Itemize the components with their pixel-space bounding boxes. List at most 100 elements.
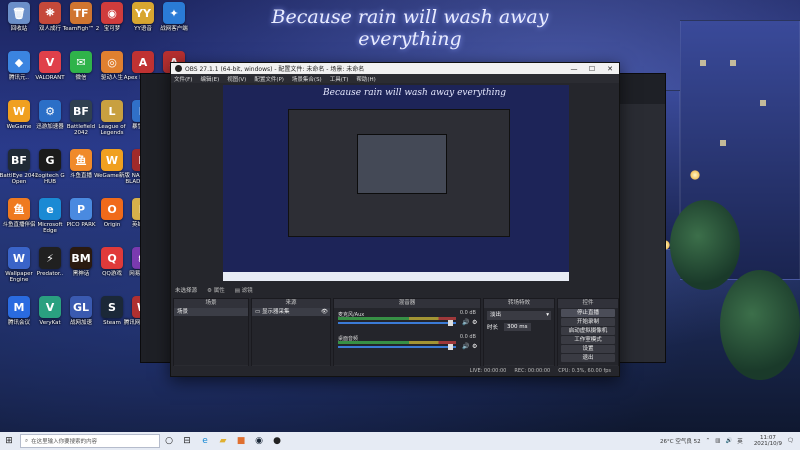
menu-item[interactable]: 帮助(H) bbox=[356, 75, 375, 83]
desktop-icon[interactable]: S Steam bbox=[95, 296, 129, 340]
control-button[interactable]: 工作室模式 bbox=[561, 336, 615, 344]
menu-item[interactable]: 场景集合(S) bbox=[292, 75, 322, 83]
system-tray: 26°C 空气良 52 ⌃ ▥ 🔊 英 11:07 2021/10/9 🗨 bbox=[655, 435, 800, 447]
desktop-icon[interactable]: W Wallpaper Engine bbox=[2, 247, 36, 291]
scene-item[interactable]: 场景 bbox=[174, 308, 248, 316]
desktop-icon[interactable]: M 腾讯会议 bbox=[2, 296, 36, 340]
desktop-icon[interactable]: GL 战网加速 bbox=[64, 296, 98, 340]
desktop-icon[interactable]: L League of Legends bbox=[95, 100, 129, 144]
task-view-icon[interactable]: ○ bbox=[160, 432, 178, 450]
chevron-up-icon[interactable]: ⌃ bbox=[706, 438, 711, 444]
control-button[interactable]: 启动虚拟摄像机 bbox=[561, 327, 615, 335]
filters-button[interactable]: ▤ 滤镜 bbox=[235, 286, 253, 294]
control-button[interactable]: 设置 bbox=[561, 345, 615, 353]
widgets-icon[interactable]: ⊟ bbox=[178, 432, 196, 450]
control-button[interactable]: 退出 bbox=[561, 354, 615, 362]
desktop-icon[interactable]: e Microsoft Edge bbox=[33, 198, 67, 242]
speaker-icon[interactable]: 🔊 bbox=[462, 319, 469, 326]
steam-icon[interactable]: ◉ bbox=[250, 432, 268, 450]
gear-icon[interactable]: ⚙ bbox=[472, 343, 477, 350]
gear-icon[interactable]: ⚙ bbox=[472, 319, 477, 326]
desktop: Because rain will wash away everything 🗑… bbox=[0, 0, 800, 432]
edge-icon[interactable]: e bbox=[196, 432, 214, 450]
rec-status: REC: 00:00:00 bbox=[514, 368, 551, 374]
desktop-icon[interactable]: BF BattlEye 2042 Open bbox=[0, 149, 38, 193]
notification-icon[interactable]: 🗨 bbox=[787, 438, 794, 444]
obs-window[interactable]: OBS 27.1.1 (64-bit, windows) - 配置文件: 未命名… bbox=[170, 62, 620, 377]
desktop-icon[interactable]: ◆ 腾讯元.. bbox=[2, 51, 36, 95]
desktop-icon[interactable]: ✦ 战网客户端 bbox=[157, 2, 191, 46]
app-icon: 鱼 bbox=[70, 149, 92, 171]
desktop-icon[interactable]: TF TeamFigh™ 2 bbox=[63, 2, 99, 46]
obs-taskbar-icon[interactable]: ● bbox=[268, 432, 286, 450]
duration-input[interactable]: 300 ms bbox=[504, 323, 531, 331]
search-input[interactable]: ⌕ 在这里输入你要搜索的内容 bbox=[20, 434, 160, 448]
scenes-dock: 场景 场景 ＋ － ⌃ ⌄ bbox=[173, 298, 249, 376]
obs-preview[interactable]: Because rain will wash away everything bbox=[223, 85, 569, 281]
desktop-icon[interactable]: V VALORANT bbox=[33, 51, 67, 95]
fader-knob[interactable] bbox=[448, 320, 453, 326]
menu-item[interactable]: 视图(V) bbox=[227, 75, 246, 83]
menu-item[interactable]: 工具(T) bbox=[330, 75, 349, 83]
volume-fader[interactable] bbox=[338, 346, 456, 348]
app-icon[interactable]: ■ bbox=[232, 432, 250, 450]
control-button[interactable]: 停止直播 bbox=[561, 309, 615, 317]
chevron-down-icon: ▾ bbox=[546, 312, 549, 318]
mixer-track-mic: 麦克风/Aux 0.0 dB 🔊 ⚙ bbox=[338, 310, 477, 330]
cpu-status: CPU: 0.3%, 60.00 fps bbox=[558, 368, 611, 374]
menu-item[interactable]: 文件(F) bbox=[174, 75, 192, 83]
desktop-icon[interactable]: ◉ 宝可梦 bbox=[95, 2, 129, 46]
volume-fader[interactable] bbox=[338, 322, 456, 324]
app-icon: 鱼 bbox=[8, 198, 30, 220]
minimize-button[interactable]: — bbox=[565, 65, 583, 73]
window-light bbox=[760, 100, 766, 106]
desktop-icon-label: 战网客户端 bbox=[160, 26, 188, 32]
weather-status[interactable]: 26°C 空气良 52 bbox=[660, 437, 701, 445]
speaker-icon[interactable]: 🔊 bbox=[462, 343, 469, 350]
scenes-header: 场景 bbox=[174, 299, 248, 308]
menu-item[interactable]: 编辑(E) bbox=[200, 75, 219, 83]
desktop-icon[interactable]: BF Battlefield 2042 bbox=[64, 100, 98, 144]
preview-nested-inner bbox=[357, 134, 447, 194]
ime-indicator[interactable]: 英 bbox=[737, 437, 743, 445]
app-icon: V bbox=[39, 296, 61, 318]
app-icon: O bbox=[101, 198, 123, 220]
source-item[interactable]: ▭ 显示器采集 👁 bbox=[252, 308, 330, 316]
visibility-eye-icon[interactable]: 👁 bbox=[321, 308, 328, 316]
desktop-icon[interactable]: ⚙ 迅游加速器 bbox=[33, 100, 67, 144]
desktop-icon[interactable]: ◎ 驱动人生 bbox=[95, 51, 129, 95]
wallpaper-title: Because rain will wash away everything bbox=[271, 6, 549, 50]
properties-button[interactable]: ⚙ 属性 bbox=[207, 286, 225, 294]
desktop-icon[interactable]: YY YY语音 bbox=[126, 2, 160, 46]
fader-knob[interactable] bbox=[448, 344, 453, 350]
desktop-icon[interactable]: 鱼斗鱼直播 bbox=[64, 149, 98, 193]
app-icon: ✦ bbox=[163, 2, 185, 24]
obs-titlebar[interactable]: OBS 27.1.1 (64-bit, windows) - 配置文件: 未命名… bbox=[171, 63, 619, 74]
network-icon[interactable]: ▥ bbox=[715, 438, 720, 444]
desktop-icon[interactable]: BM 黑神话 bbox=[64, 247, 98, 291]
desktop-icon[interactable]: P PICO PARK bbox=[64, 198, 98, 242]
file-explorer-icon[interactable]: ▰ bbox=[214, 432, 232, 450]
start-button[interactable]: ⊞ bbox=[0, 432, 18, 450]
transition-select[interactable]: 淡出 ▾ bbox=[487, 311, 551, 320]
desktop-icon[interactable]: G Logitech G HUB bbox=[33, 149, 67, 193]
desktop-icon[interactable]: ⚡ Predator.. bbox=[33, 247, 67, 291]
volume-icon[interactable]: 🔊 bbox=[725, 438, 732, 444]
desktop-icon[interactable]: V VeryKat bbox=[33, 296, 67, 340]
desktop-icon[interactable]: O Origin bbox=[95, 198, 129, 242]
app-icon: W bbox=[101, 149, 123, 171]
preview-wallpaper-title: Because rain will wash away everything bbox=[323, 88, 507, 98]
menu-item[interactable]: 配置文件(P) bbox=[254, 75, 284, 83]
close-button[interactable]: ✕ bbox=[601, 65, 619, 73]
desktop-icon[interactable]: ✉ 微信 bbox=[64, 51, 98, 95]
desktop-icon[interactable]: Q QQ游戏 bbox=[95, 247, 129, 291]
desktop-icon[interactable]: ⛯ 双人成行 bbox=[33, 2, 67, 46]
desktop-icon[interactable]: W WeGame新版 bbox=[94, 149, 130, 193]
desktop-icon[interactable]: 鱼斗鱼直播伴侣 bbox=[2, 198, 36, 242]
desktop-icon[interactable]: W WeGame bbox=[2, 100, 36, 144]
maximize-button[interactable]: ☐ bbox=[583, 65, 601, 73]
clock[interactable]: 11:07 2021/10/9 bbox=[749, 435, 782, 447]
mixer-dock: 混音器 麦克风/Aux 0.0 dB 🔊 ⚙ 桌面音频 0.0 dB 🔊 ⚙ bbox=[333, 298, 481, 376]
control-button[interactable]: 开始录制 bbox=[561, 318, 615, 326]
desktop-icon[interactable]: 🗑 回收站 bbox=[2, 2, 36, 46]
